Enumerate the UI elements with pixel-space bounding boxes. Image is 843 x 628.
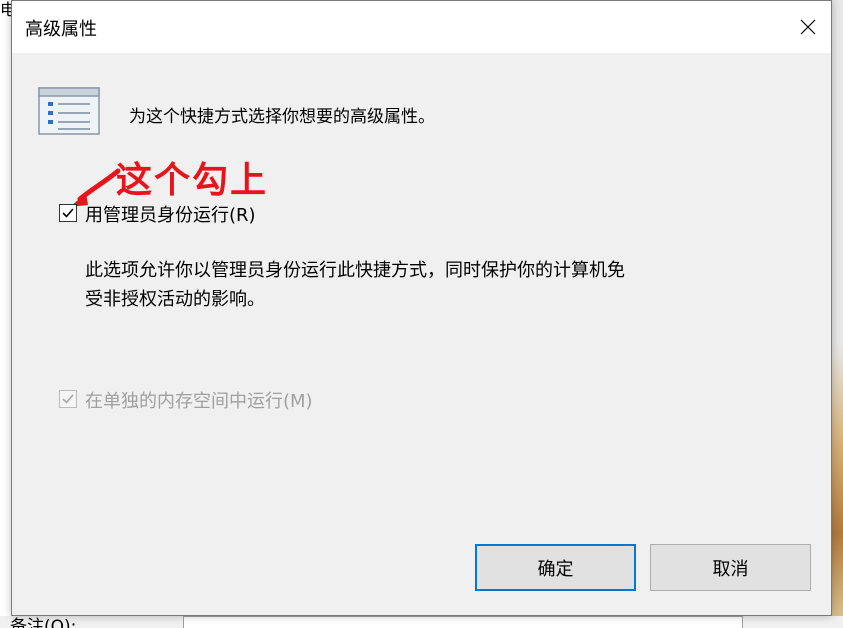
header-description: 为这个快捷方式选择你想要的高级属性。	[129, 107, 435, 127]
ok-button[interactable]: 确定	[475, 544, 636, 591]
checkmark-icon	[62, 208, 74, 218]
remark-field[interactable]	[183, 616, 743, 628]
annotation-text: 这个勾上	[116, 160, 269, 201]
background-window-bottom: 备注(O):	[0, 616, 843, 628]
advanced-properties-dialog: 高级属性 为这个快捷方式选择你想要的高级属性。 这个勾上 用管理员身份运行(R)…	[11, 0, 832, 616]
dialog-title: 高级属性	[25, 19, 97, 40]
properties-list-icon	[38, 87, 100, 135]
description-line: 此选项允许你以管理员身份运行此快捷方式，同时保护你的计算机免	[85, 260, 625, 281]
title-bar: 高级属性	[12, 1, 831, 53]
separate-memory-checkbox	[59, 390, 77, 408]
close-button[interactable]	[785, 1, 831, 53]
description-line: 受非授权活动的影响。	[85, 289, 265, 310]
run-as-admin-label[interactable]: 用管理员身份运行(R)	[85, 201, 256, 227]
run-as-admin-description: 此选项允许你以管理员身份运行此快捷方式，同时保护你的计算机免 受非授权活动的影响…	[85, 256, 745, 314]
run-as-admin-checkbox[interactable]	[59, 204, 77, 222]
desktop-wallpaper-edge	[832, 0, 843, 628]
separate-memory-label: 在单独的内存空间中运行(M)	[85, 391, 313, 412]
close-icon	[800, 19, 816, 35]
cancel-button[interactable]: 取消	[650, 544, 811, 591]
checkmark-icon	[62, 394, 74, 404]
